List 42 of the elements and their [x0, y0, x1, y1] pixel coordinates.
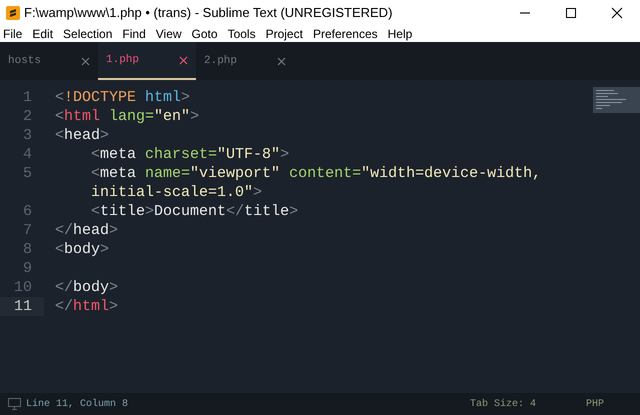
minimap [593, 87, 640, 113]
menu-item[interactable]: View [156, 28, 182, 40]
menu-item[interactable]: File [3, 28, 22, 40]
code-line: <meta name="viewport" content="width=device-width, [91, 164, 542, 183]
line-number: 7 [22, 221, 32, 240]
line-number: 10 [14, 278, 32, 297]
code-line: </html> [55, 297, 118, 316]
menu-item[interactable]: Tools [228, 28, 256, 40]
code-line: <title>Document</title> [91, 202, 298, 221]
menu-item[interactable]: Preferences [312, 28, 378, 40]
menu-item[interactable]: Find [122, 28, 146, 40]
window-title: F:\wamp\www\1.php • (trans) - Sublime Text (UNREGISTERED) [24, 4, 392, 22]
code-line: </body> [55, 278, 118, 297]
line-number: 6 [22, 202, 32, 221]
menu-item[interactable]: Edit [32, 28, 54, 40]
menu-item[interactable]: Selection [63, 28, 112, 40]
cursor-position: Line 11, Column 8 [26, 398, 128, 412]
code-line: <html lang="en"> [55, 107, 200, 126]
code-line: <body> [55, 240, 110, 259]
line-number: 9 [22, 259, 32, 278]
code-line: initial-scale=1.0"> [91, 183, 262, 202]
code-line: <meta charset="UTF-8"> [91, 145, 290, 164]
editor-tab[interactable]: 1.php [98, 42, 196, 80]
tab-size[interactable]: Tab Size: 4 [470, 396, 536, 412]
editor-tab[interactable]: 2.php [196, 42, 294, 80]
line-number: 11 [14, 297, 32, 316]
line-number: 8 [22, 240, 32, 259]
menu-item[interactable]: Help [388, 28, 412, 40]
line-number: 4 [22, 145, 32, 164]
monitor-icon[interactable] [8, 398, 21, 410]
line-number: 1 [22, 88, 32, 107]
line-number: 2 [22, 107, 32, 126]
menu-item[interactable]: Goto [192, 28, 218, 40]
code-line: <head> [55, 126, 110, 145]
code-line: <!DOCTYPE html> [55, 88, 190, 107]
menu-item[interactable]: Project [266, 28, 303, 40]
syntax-mode[interactable]: PHP [586, 396, 604, 412]
line-number: 3 [22, 126, 32, 145]
app-logo-icon [6, 6, 20, 20]
editor-tab[interactable]: hosts [0, 42, 98, 80]
code-line: </head> [55, 221, 118, 240]
line-number: 5 [22, 164, 32, 183]
